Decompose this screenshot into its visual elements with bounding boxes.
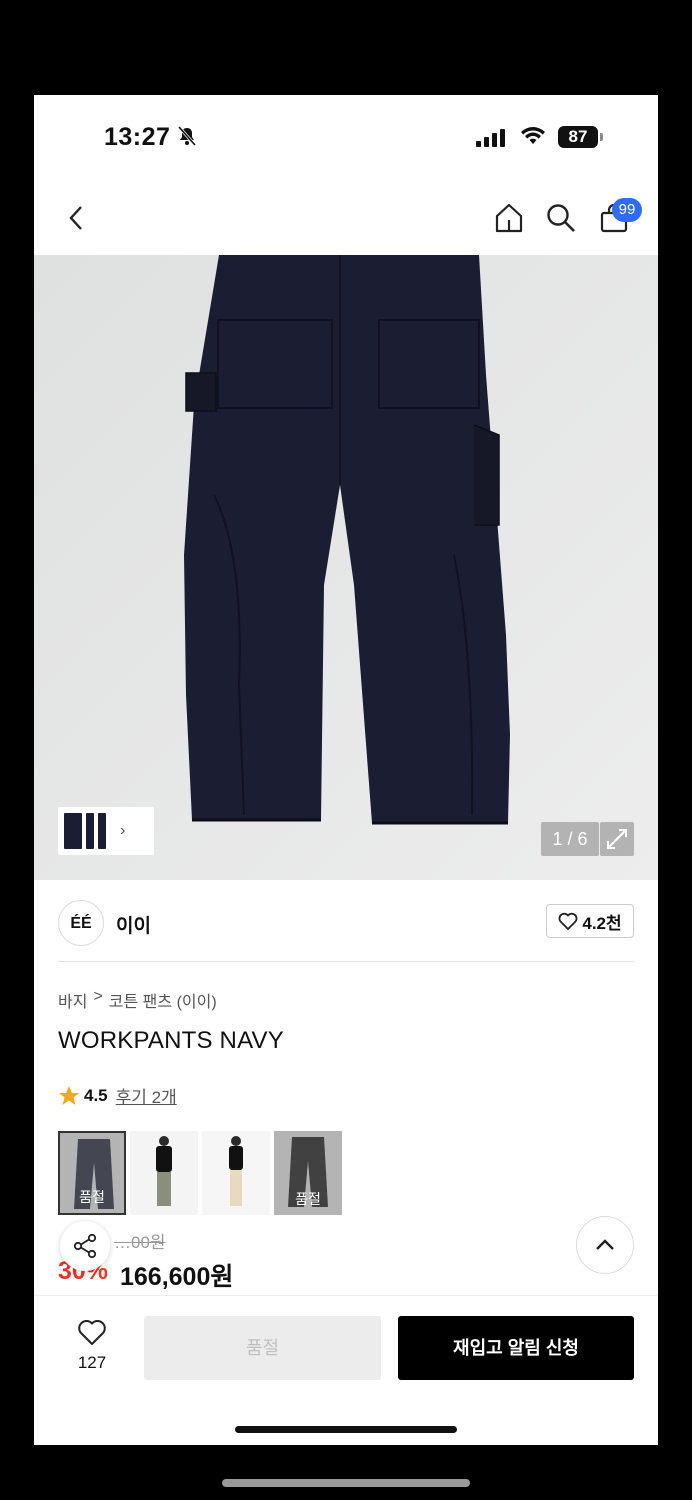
thumb-image xyxy=(86,813,94,849)
brand-logo[interactable]: ÉÉ xyxy=(58,900,104,946)
share-button[interactable] xyxy=(60,1221,110,1271)
cart-count-badge: 99 xyxy=(612,198,642,222)
brand-row[interactable]: ÉÉ 이이 4.2천 xyxy=(34,880,658,962)
image-counter: 1 / 6 xyxy=(541,822,599,856)
sale-price: 166,600원 xyxy=(120,1263,234,1291)
swatch-image xyxy=(130,1131,198,1215)
expand-icon xyxy=(607,829,627,849)
heart-icon xyxy=(78,1319,106,1345)
breadcrumb-separator: > xyxy=(93,988,103,1005)
product-image xyxy=(34,255,658,880)
signal-icon xyxy=(476,129,508,152)
battery-nub xyxy=(600,133,603,141)
color-option-navy-selected[interactable]: 품절 xyxy=(58,1131,126,1215)
original-price: …00원 xyxy=(114,1233,166,1252)
brand-name[interactable]: 이이 xyxy=(116,911,151,938)
reviews-link[interactable]: 후기 2개 xyxy=(116,1083,177,1108)
share-icon xyxy=(73,1233,97,1259)
search-button[interactable] xyxy=(541,198,581,238)
brand-like-button[interactable]: 4.2천 xyxy=(546,904,634,938)
chevron-up-icon xyxy=(596,1239,614,1250)
outer-home-indicator[interactable] xyxy=(222,1479,470,1487)
search-icon xyxy=(547,204,575,232)
chevron-right-icon: › xyxy=(120,822,126,839)
divider xyxy=(58,961,634,962)
home-indicator[interactable] xyxy=(235,1426,457,1433)
rating-row: 4.5 후기 2개 xyxy=(58,1083,177,1108)
top-navbar xyxy=(34,190,658,250)
scroll-top-button[interactable] xyxy=(576,1216,634,1274)
soldout-tag: 품절 xyxy=(295,1191,321,1207)
expand-button[interactable] xyxy=(600,822,634,856)
color-option-black[interactable]: 품절 xyxy=(274,1131,342,1215)
home-button[interactable] xyxy=(489,198,529,238)
swatch-image xyxy=(202,1131,270,1215)
color-option-model-1[interactable] xyxy=(130,1131,198,1215)
status-time: 13:27 xyxy=(104,123,171,151)
rating-score: 4.5 xyxy=(84,1085,108,1105)
thumb-image xyxy=(98,813,106,849)
soldout-tag: 품절 xyxy=(79,1189,105,1205)
breadcrumb-category[interactable]: 바지 xyxy=(58,988,87,1012)
breadcrumb: 바지 > 코튼 팬츠 (이이) xyxy=(58,988,217,1012)
color-options: 품절 품절 xyxy=(58,1131,342,1215)
wishlist-count: 127 xyxy=(77,1353,107,1372)
product-image-gallery[interactable]: › 1 / 6 xyxy=(34,255,658,880)
gallery-thumbnail-strip[interactable]: › xyxy=(58,807,154,855)
breadcrumb-subcategory[interactable]: 코튼 팬츠 (이이) xyxy=(109,988,217,1012)
thumb-image xyxy=(64,813,82,849)
wifi-icon xyxy=(520,126,546,151)
soldout-button: 품절 xyxy=(144,1316,381,1380)
product-title: WORKPANTS NAVY xyxy=(58,1027,284,1054)
battery-indicator: 87 xyxy=(558,126,598,148)
status-bar: 13:27 87 xyxy=(34,95,658,175)
bottom-action-bar: 127 품절 재입고 알림 신청 xyxy=(34,1295,658,1445)
home-icon xyxy=(495,203,523,233)
restock-alert-button[interactable]: 재입고 알림 신청 xyxy=(398,1316,634,1380)
star-icon xyxy=(59,1086,79,1105)
color-option-model-2[interactable] xyxy=(202,1131,270,1215)
brand-like-count: 4.2천 xyxy=(582,913,622,933)
back-button[interactable] xyxy=(56,198,96,238)
chevron-left-icon xyxy=(69,206,82,230)
heart-icon xyxy=(558,912,578,930)
app-screen: 13:27 87 99 › 1 / 6 ÉÉ 이이 4.2천 바지 > 코튼 팬… xyxy=(34,95,658,1445)
wishlist-button[interactable]: 127 xyxy=(62,1318,122,1373)
bell-muted-icon xyxy=(176,126,198,151)
